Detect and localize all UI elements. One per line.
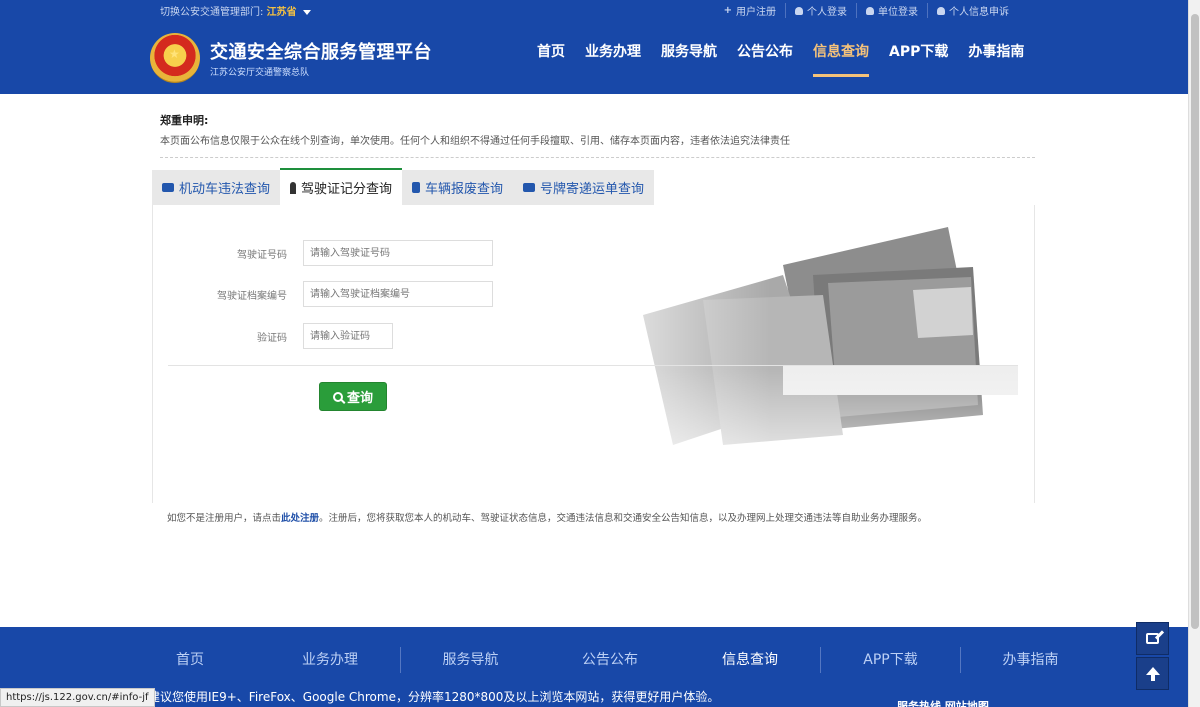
person-icon (290, 181, 297, 194)
footer-nav-announcements[interactable]: 公告公布 (540, 647, 680, 673)
personal-login-label[interactable]: 个人登录 (807, 3, 847, 18)
nav-home[interactable]: 首页 (537, 41, 565, 77)
form-divider (168, 365, 1018, 366)
plus-icon: + (723, 5, 732, 16)
star-icon: ★ (169, 47, 180, 61)
police-emblem-logo[interactable]: ★ (150, 33, 200, 83)
archive-number-row: 驾驶证档案编号 (153, 281, 493, 307)
appeal-link-label[interactable]: 个人信息申诉 (949, 3, 1009, 18)
archive-number-input[interactable] (303, 281, 493, 307)
back-to-top-button[interactable] (1136, 657, 1169, 690)
license-number-label: 驾驶证号码 (237, 249, 287, 261)
feedback-button[interactable] (1136, 622, 1169, 655)
nav-info-query[interactable]: 信息查询 (813, 41, 869, 77)
nav-app-download[interactable]: APP下载 (889, 41, 948, 77)
register-link-label[interactable]: 用户注册 (736, 3, 776, 18)
top-bar: 切换公安交通管理部门: 江苏省 + 用户注册 个人登录 单位登录 个人信息申诉 (0, 0, 1188, 21)
footer-nav-home[interactable]: 首页 (120, 647, 260, 673)
footer-nav-app-download[interactable]: APP下载 (820, 647, 960, 673)
query-panel: 驾驶证号码 驾驶证档案编号 验证码 查询 (152, 205, 1035, 503)
region-value[interactable]: 江苏省 (267, 7, 297, 18)
edit-icon (1146, 633, 1159, 644)
nav-guide[interactable]: 办事指南 (968, 41, 1024, 77)
site-footer: 首页 业务办理 服务导航 公告公布 信息查询 APP下载 办事指南 建议您使用I… (0, 627, 1188, 707)
company-login-link[interactable]: 单位登录 (856, 3, 927, 18)
truck-icon (162, 183, 174, 192)
site-subtitle: 江苏公安厅交通警察总队 (210, 68, 310, 78)
tab-vehicle-scrap[interactable]: 车辆报废查询 (402, 170, 513, 205)
register-link[interactable]: + 用户注册 (715, 3, 785, 18)
captcha-input[interactable] (303, 323, 393, 349)
footer-nav-service-guide[interactable]: 服务导航 (400, 647, 540, 673)
query-button[interactable]: 查询 (319, 382, 387, 411)
footer-nav: 首页 业务办理 服务导航 公告公布 信息查询 APP下载 办事指南 (120, 647, 1100, 673)
nav-announcements[interactable]: 公告公布 (737, 41, 793, 77)
site-header: ★ 交通安全综合服务管理平台 江苏公安厅交通警察总队 首页 业务办理 服务导航 … (0, 21, 1188, 94)
tab-vehicle-scrap-label[interactable]: 车辆报废查询 (425, 178, 503, 197)
region-label: 切换公安交通管理部门: (160, 7, 264, 18)
region-switcher[interactable]: 切换公安交通管理部门: 江苏省 (160, 3, 311, 18)
top-links: + 用户注册 个人登录 单位登录 个人信息申诉 (715, 3, 1018, 18)
building-icon (866, 6, 874, 15)
truck-icon (523, 183, 536, 192)
tab-license-points[interactable]: 驾驶证记分查询 (280, 168, 403, 205)
footer-nav-info-query[interactable]: 信息查询 (680, 647, 820, 673)
license-number-input[interactable] (303, 240, 493, 266)
tab-license-points-label[interactable]: 驾驶证记分查询 (301, 178, 392, 197)
register-hint-prefix: 如您不是注册用户，请点击 (167, 513, 282, 524)
user-icon (795, 6, 803, 15)
user-icon (937, 6, 945, 15)
license-wallet-illustration (553, 205, 1034, 503)
appeal-link[interactable]: 个人信息申诉 (927, 3, 1018, 18)
personal-login-link[interactable]: 个人登录 (785, 3, 856, 18)
license-number-row: 驾驶证号码 (153, 240, 493, 266)
captcha-label: 验证码 (257, 332, 287, 344)
main-nav: 首页 业务办理 服务导航 公告公布 信息查询 APP下载 办事指南 (527, 41, 1034, 77)
query-button-label: 查询 (346, 391, 373, 406)
company-login-label[interactable]: 单位登录 (878, 3, 918, 18)
arrow-up-icon (1145, 666, 1160, 681)
footer-nav-guide[interactable]: 办事指南 (960, 647, 1100, 673)
search-icon (332, 391, 343, 402)
browser-recommendation: 建议您使用IE9+、FireFox、Google Chrome，分辨率1280*… (148, 690, 720, 704)
tab-plate-delivery[interactable]: 号牌寄递运单查询 (513, 170, 654, 205)
caret-down-icon[interactable] (302, 9, 311, 15)
page-scrollbar[interactable] (1188, 0, 1200, 707)
trash-icon (412, 182, 421, 193)
disclaimer: 郑重申明: 本页面公布信息仅限于公众在线个别查询，单次使用。任何个人和组织不得通… (160, 112, 1035, 158)
tab-plate-delivery-label[interactable]: 号牌寄递运单查询 (540, 178, 644, 197)
register-hint-suffix: 。注册后，您将获取您本人的机动车、驾驶证状态信息，交通违法信息和交通安全公告知信… (319, 513, 928, 524)
nav-service-guide[interactable]: 服务导航 (661, 41, 717, 77)
nav-business[interactable]: 业务办理 (585, 41, 641, 77)
scrollbar-thumb[interactable] (1191, 14, 1199, 629)
footer-links[interactable]: 服务热线 网站地图 (897, 698, 989, 707)
tab-vehicle-violation[interactable]: 机动车违法查询 (152, 170, 280, 205)
register-here-link[interactable]: 此处注册 (281, 513, 319, 524)
browser-status-url: https://js.122.gov.cn/#info-jf (0, 688, 155, 707)
register-hint: 如您不是注册用户，请点击此处注册。注册后，您将获取您本人的机动车、驾驶证状态信息… (167, 510, 927, 524)
disclaimer-title: 郑重申明: (160, 114, 209, 127)
query-tabs: 机动车违法查询 驾驶证记分查询 车辆报废查询 号牌寄递运单查询 (152, 168, 655, 205)
disclaimer-text: 本页面公布信息仅限于公众在线个别查询，单次使用。任何个人和组织不得通过任何手段擅… (160, 136, 790, 147)
captcha-row: 验证码 (153, 323, 393, 349)
archive-number-label: 驾驶证档案编号 (217, 290, 287, 302)
site-title[interactable]: 交通安全综合服务管理平台 (210, 38, 432, 64)
tab-vehicle-violation-label[interactable]: 机动车违法查询 (179, 178, 270, 197)
footer-nav-business[interactable]: 业务办理 (260, 647, 400, 673)
